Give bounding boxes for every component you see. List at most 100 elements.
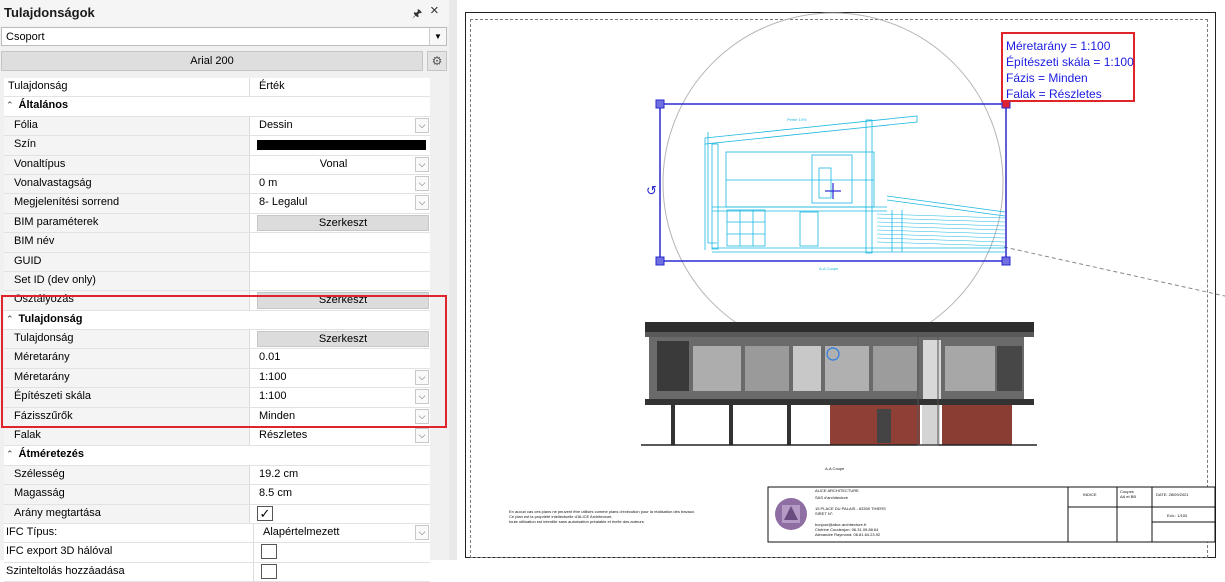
group-dropdown[interactable]: Csoport ▼	[1, 27, 447, 46]
row-label: Szín	[4, 136, 250, 155]
category-property[interactable]: ⌃ Tulajdonság	[4, 310, 430, 331]
edit-button[interactable]: Szerkeszt	[257, 214, 429, 232]
chevron-down-icon[interactable]: ⌵	[415, 156, 429, 172]
grid-header: Tulajdonság Érték	[4, 78, 430, 98]
chevron-down-icon[interactable]: ⌵	[415, 408, 429, 424]
row-label: Méretarány	[4, 349, 250, 368]
vonaltipus-dropdown[interactable]: Vonal ⌵	[255, 156, 430, 174]
row-vonalvastagsag: Vonalvastagság 0 m ⌵	[4, 174, 430, 195]
meretarany-input[interactable]: 0.01	[255, 349, 430, 367]
font-button[interactable]: Arial 200	[1, 51, 423, 71]
row-falak: Falak Részletes ⌵	[4, 427, 430, 447]
category-general[interactable]: ⌃ Általános	[4, 97, 430, 117]
guid-value	[255, 253, 430, 271]
coupes-sub: AA et BB	[1120, 494, 1136, 499]
collapse-icon[interactable]: ⌃	[6, 100, 14, 110]
falak-dropdown[interactable]: Részletes ⌵	[255, 427, 430, 445]
ifc-tipus-dropdown[interactable]: Alapértelmezett ⌵	[259, 524, 430, 542]
row-arany: Arány megtartása ✓	[4, 504, 430, 524]
row-label: GUID	[4, 252, 250, 271]
row-label: Fázisszűrők	[4, 407, 250, 427]
bim-nev-input[interactable]	[255, 233, 430, 251]
property-grid: Tulajdonság Érték ⌃ Általános Fólia Dessi…	[4, 78, 430, 582]
row-bim-nev: BIM név	[4, 233, 430, 253]
edit-button[interactable]: Szerkeszt	[257, 292, 429, 309]
section-view-render	[641, 322, 1037, 446]
row-value: Alapértelmezett	[263, 525, 340, 538]
chevron-down-icon[interactable]: ⌵	[415, 175, 429, 191]
scale-info-box: Méretarány = 1:100 Építészeti skála = 1:…	[1001, 32, 1135, 102]
row-label: IFC Típus:	[4, 523, 254, 543]
splitter[interactable]	[449, 0, 457, 560]
row-label: BIM név	[4, 233, 250, 252]
szelesseg-input[interactable]: 19.2 cm	[255, 466, 430, 484]
leader-line	[1003, 246, 1225, 297]
row-value: 1:100	[259, 390, 287, 403]
ifc-export-checkbox[interactable]	[261, 544, 277, 560]
row-label: Osztályozás	[4, 291, 250, 310]
resize-handle-br[interactable]	[1001, 256, 1011, 266]
row-label: IFC export 3D hálóval	[4, 543, 254, 562]
row-szint: Szinteltolás hozzáadása	[4, 562, 430, 582]
row-label: Megjelenítési sorrend	[4, 194, 250, 213]
setid-value	[255, 272, 430, 290]
row-label: Építészeti skála	[4, 388, 250, 407]
resize-handle-bl[interactable]	[655, 256, 665, 266]
meretarany-dropdown[interactable]: 1:100 ⌵	[255, 369, 430, 387]
rotate-icon[interactable]: ↺	[646, 184, 657, 199]
row-fazis: Fázisszűrők Minden ⌵	[4, 407, 430, 428]
magassag-input[interactable]: 8.5 cm	[255, 485, 430, 503]
chevron-down-icon[interactable]: ⌵	[415, 195, 429, 211]
edit-button[interactable]: Szerkeszt	[257, 331, 429, 348]
properties-panel: Tulajdonságok 🖈 × Csoport ▼ Arial 200 ⚙ …	[0, 0, 450, 582]
pin-icon[interactable]: 🖈	[412, 5, 422, 24]
megjelenitesi-dropdown[interactable]: 8- Legalul ⌵	[255, 194, 430, 212]
szint-checkbox[interactable]	[261, 563, 277, 579]
chevron-down-icon[interactable]: ⌵	[415, 524, 429, 540]
chevron-down-icon[interactable]: ⌵	[415, 369, 429, 385]
row-szin: Szín	[4, 136, 430, 156]
scale-info-line: Méretarány = 1:100	[1006, 39, 1111, 53]
row-vonaltipus: Vonaltípus Vonal ⌵	[4, 155, 430, 175]
chevron-down-icon[interactable]: ▼	[429, 28, 446, 45]
color-swatch[interactable]	[257, 140, 426, 151]
group-dropdown-value: Csoport	[6, 31, 45, 43]
category-resize[interactable]: ⌃ Átméretezés	[4, 446, 430, 466]
gear-icon[interactable]: ⚙	[427, 51, 447, 71]
epiteszeti-dropdown[interactable]: 1:100 ⌵	[255, 388, 430, 406]
row-label: Szinteltolás hozzáadása	[4, 562, 254, 582]
move-icon[interactable]	[825, 183, 841, 199]
vonalvastagsag-dropdown[interactable]: 0 m ⌵	[255, 175, 430, 193]
row-value: 1:100	[259, 370, 287, 383]
row-meretarany-num: Méretarány 0.01	[4, 349, 430, 369]
folia-dropdown[interactable]: Dessin ⌵	[255, 117, 430, 135]
header-value: Érték	[259, 80, 285, 92]
contact-2: Alexandre Raymond: 06.81.64.23.92	[815, 532, 881, 537]
row-ifc-tipus: IFC Típus: Alapértelmezett ⌵	[4, 523, 430, 544]
section-view-selected[interactable]	[704, 115, 1006, 254]
chevron-down-icon[interactable]: ⌵	[415, 428, 429, 444]
chevron-down-icon[interactable]: ⌵	[415, 389, 429, 405]
fazis-dropdown[interactable]: Minden ⌵	[255, 408, 430, 426]
row-value: Dessin	[259, 118, 293, 131]
color-swatch-field[interactable]	[255, 136, 430, 154]
chevron-down-icon[interactable]: ⌵	[415, 117, 429, 133]
resize-handle-tl[interactable]	[655, 99, 665, 109]
arany-checkbox[interactable]: ✓	[257, 505, 273, 521]
section-label-top: A-A Coupe	[819, 266, 839, 271]
collapse-icon[interactable]: ⌃	[6, 314, 14, 324]
indice-label: INDICE	[1083, 492, 1097, 497]
row-folia: Fólia Dessin ⌵	[4, 116, 430, 137]
category-label: Általános	[18, 99, 69, 112]
scale-label: Ech.: 1/100	[1167, 513, 1188, 518]
row-magassag: Magasság 8.5 cm	[4, 485, 430, 505]
collapse-icon[interactable]: ⌃	[6, 449, 14, 459]
row-label: Falak	[4, 427, 250, 446]
roof-label: Pente 10%	[787, 117, 807, 122]
panel-title: Tulajdonságok	[4, 5, 95, 20]
row-label: Magasság	[4, 485, 250, 504]
date-label: DATE: 28/09/2021	[1156, 492, 1189, 497]
row-value: Minden	[259, 409, 296, 422]
row-label: Vonalvastagság	[4, 174, 250, 194]
close-icon[interactable]: ×	[430, 2, 439, 19]
